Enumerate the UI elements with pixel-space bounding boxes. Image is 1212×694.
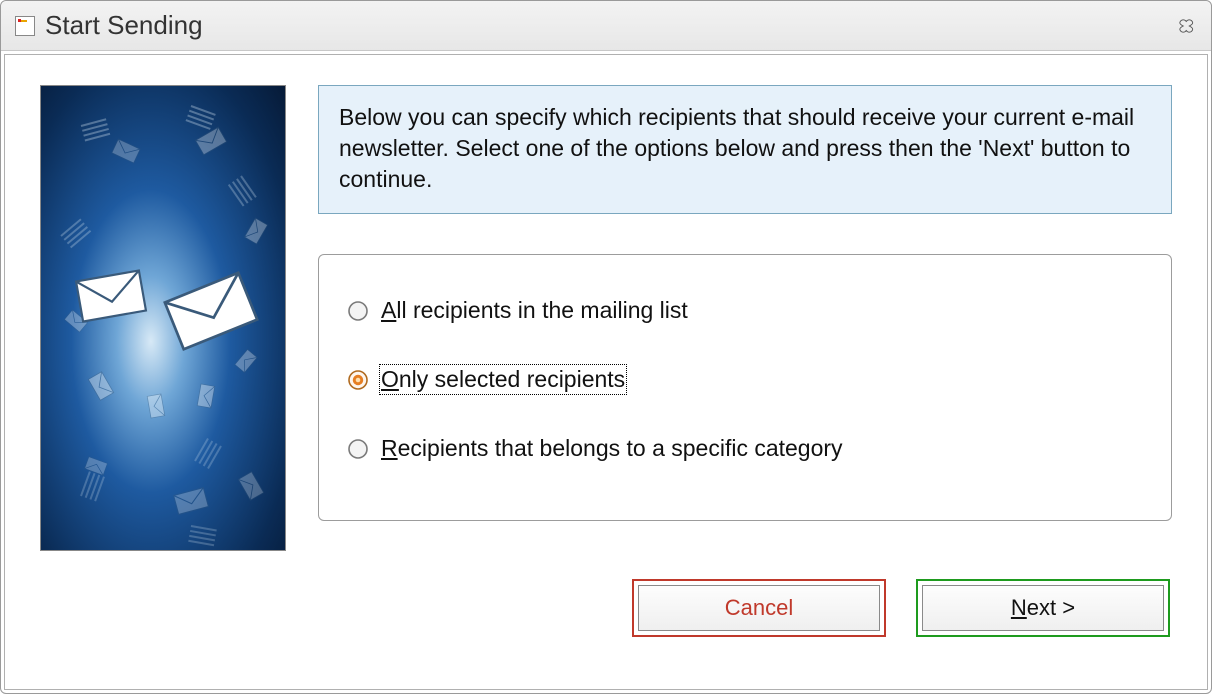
button-row: Cancel Next >	[40, 579, 1172, 637]
wizard-right-column: Below you can specify which recipients t…	[318, 85, 1172, 551]
cancel-highlight: Cancel	[632, 579, 886, 637]
radio-icon	[347, 369, 369, 391]
radio-label: All recipients in the mailing list	[381, 297, 688, 324]
radio-icon	[347, 438, 369, 460]
cancel-button[interactable]: Cancel	[638, 585, 880, 631]
close-icon[interactable]	[1173, 15, 1201, 37]
radio-label: Recipients that belongs to a specific ca…	[381, 435, 843, 462]
radio-option-all[interactable]: All recipients in the mailing list	[347, 297, 1143, 324]
radio-label: Only selected recipients	[381, 366, 625, 393]
wizard-banner-image	[40, 85, 286, 551]
next-highlight: Next >	[916, 579, 1170, 637]
radio-option-selected[interactable]: Only selected recipients	[347, 366, 1143, 393]
options-group: All recipients in the mailing list Only …	[318, 254, 1172, 521]
client-area: Below you can specify which recipients t…	[4, 54, 1208, 690]
content-row: Below you can specify which recipients t…	[40, 85, 1172, 551]
radio-icon	[347, 300, 369, 322]
instruction-text: Below you can specify which recipients t…	[318, 85, 1172, 214]
window-title: Start Sending	[45, 10, 1173, 41]
next-button[interactable]: Next >	[922, 585, 1164, 631]
title-bar: Start Sending	[1, 1, 1211, 51]
radio-option-category[interactable]: Recipients that belongs to a specific ca…	[347, 435, 1143, 462]
app-icon	[15, 16, 35, 36]
dialog-window: Start Sending	[0, 0, 1212, 694]
